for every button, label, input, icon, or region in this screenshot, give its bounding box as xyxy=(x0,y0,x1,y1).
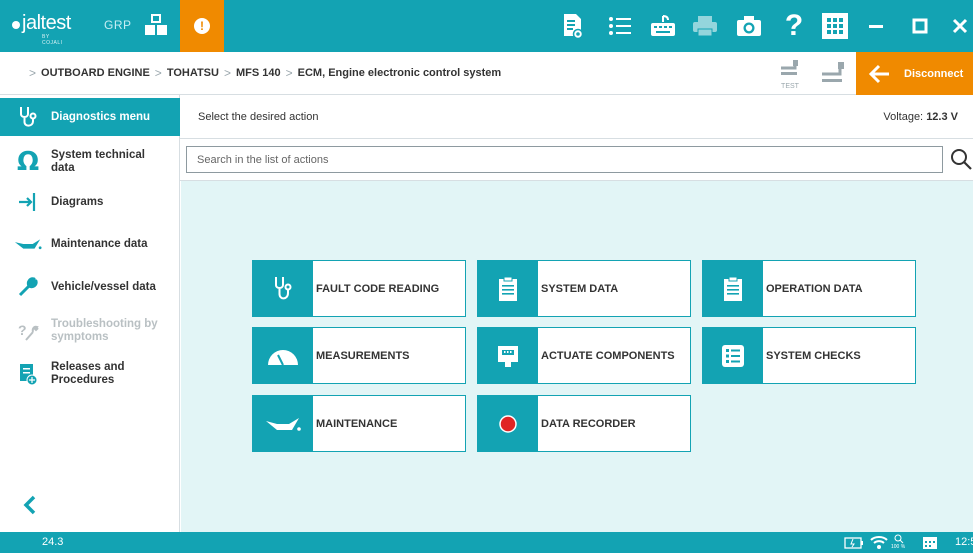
sidebar-item-label: Releases and Procedures xyxy=(51,361,125,386)
sidebar-item-label: Diagrams xyxy=(51,195,104,208)
gauge-icon xyxy=(253,328,313,383)
record-icon xyxy=(478,396,538,451)
clipboard-icon xyxy=(703,261,763,316)
action-label: DATA RECORDER xyxy=(541,417,636,430)
arrow-left-icon xyxy=(868,64,889,83)
sidebar-item-releases-procedures[interactable]: Releases and Procedures xyxy=(0,355,180,393)
sidebar-item-vehicle-vessel-data[interactable]: Vehicle/vessel data xyxy=(0,270,180,304)
action-label: MEASUREMENTS xyxy=(316,349,410,362)
action-measurements[interactable]: MEASUREMENTS xyxy=(252,327,466,384)
help-icon[interactable]: ? xyxy=(779,11,809,41)
sidebar-item-diagrams[interactable]: Diagrams xyxy=(0,185,180,219)
action-fault-code-reading[interactable]: FAULT CODE READING xyxy=(252,260,466,317)
sidebar-item-system-technical-data[interactable]: Ω System technical data xyxy=(0,142,180,182)
action-operation-data[interactable]: OPERATION DATA xyxy=(702,260,916,317)
stethoscope-icon xyxy=(253,261,313,316)
stethoscope-icon xyxy=(14,103,42,131)
group-label: GRP xyxy=(104,18,132,32)
actuator-icon xyxy=(478,328,538,383)
breadcrumb-item[interactable]: OUTBOARD ENGINE xyxy=(41,67,150,79)
search-input[interactable] xyxy=(186,146,943,173)
wifi-icon xyxy=(870,536,888,549)
sidebar-item-troubleshooting: ? Troubleshooting by symptoms xyxy=(0,312,180,350)
breadcrumb-item[interactable]: MFS 140 xyxy=(236,67,281,79)
app-logo: jaltest BY COJALI xyxy=(12,12,71,46)
report-icon[interactable] xyxy=(558,11,588,41)
list-icon[interactable] xyxy=(605,11,635,41)
svg-text:TEST: TEST xyxy=(781,83,800,90)
sidebar-item-label: Diagnostics menu xyxy=(51,110,151,123)
close-icon[interactable] xyxy=(940,0,973,52)
sidebar-item-label: Troubleshooting by symptoms xyxy=(51,318,158,343)
chevron-left-icon[interactable] xyxy=(20,493,40,517)
svg-text:?: ? xyxy=(18,322,27,338)
ohm-icon: Ω xyxy=(16,147,40,177)
oil-can-icon xyxy=(253,396,313,451)
action-label: FAULT CODE READING xyxy=(316,282,440,295)
voltage-readout: Voltage: 12.3 V xyxy=(883,111,958,123)
disconnect-button[interactable]: Disconnect xyxy=(856,52,973,95)
action-label: MAINTENANCE xyxy=(316,417,398,430)
releases-icon xyxy=(14,360,42,388)
zoom-level: 100 % xyxy=(891,544,906,550)
minimize-icon[interactable] xyxy=(856,0,896,52)
version-label: 24.3 xyxy=(42,536,64,548)
clock: 12:5 xyxy=(955,536,973,548)
troubleshoot-icon: ? xyxy=(14,317,42,345)
connector-icon[interactable] xyxy=(820,60,846,84)
oil-can-icon xyxy=(14,230,42,258)
action-data-recorder[interactable]: DATA RECORDER xyxy=(477,395,691,452)
sidebar-item-maintenance-data[interactable]: Maintenance data xyxy=(0,227,180,261)
diagram-icon xyxy=(14,188,42,216)
group-icon xyxy=(145,14,167,35)
zoom-icon[interactable] xyxy=(893,534,905,544)
breadcrumb-item[interactable]: TOHATSU xyxy=(167,67,219,79)
sidebar-item-label: System technical data xyxy=(51,149,145,174)
disconnect-label: Disconnect xyxy=(904,67,964,80)
action-label: OPERATION DATA xyxy=(766,282,863,295)
search-row xyxy=(180,139,973,181)
calendar-icon xyxy=(923,537,937,549)
actions-panel: FAULT CODE READING SYSTEM DATA OPERATION… xyxy=(181,181,973,532)
alert-icon: ! xyxy=(194,18,210,34)
wrench-icon xyxy=(14,273,42,301)
status-bar: 24.3 100 % 12:5 xyxy=(0,532,973,553)
apps-grid-icon[interactable] xyxy=(822,13,848,39)
clipboard-icon xyxy=(478,261,538,316)
keyboard-icon[interactable] xyxy=(648,11,678,41)
maximize-icon[interactable] xyxy=(900,0,940,52)
sidebar-item-label: Maintenance data xyxy=(51,237,148,250)
checklist-icon xyxy=(703,328,763,383)
sidebar-item-label: Vehicle/vessel data xyxy=(51,280,156,293)
action-prompt: Select the desired action xyxy=(198,111,319,123)
action-label: SYSTEM DATA xyxy=(541,282,619,295)
test-mode-icon[interactable]: TEST xyxy=(778,58,802,92)
action-label: SYSTEM CHECKS xyxy=(766,349,861,362)
action-label: ACTUATE COMPONENTS xyxy=(541,349,675,362)
action-maintenance[interactable]: MAINTENANCE xyxy=(252,395,466,452)
sidebar-item-diagnostics-menu[interactable]: Diagnostics menu xyxy=(0,98,180,136)
sidebar: Diagnostics menu Ω System technical data… xyxy=(0,95,180,532)
top-bar: jaltest BY COJALI GRP ! ? xyxy=(0,0,973,52)
action-system-data[interactable]: SYSTEM DATA xyxy=(477,260,691,317)
search-icon[interactable] xyxy=(949,147,973,171)
camera-icon[interactable] xyxy=(734,11,764,41)
main-header: Select the desired action Voltage: 12.3 … xyxy=(180,95,973,139)
breadcrumb-item-current: ECM, Engine electronic control system xyxy=(297,67,502,79)
printer-icon[interactable] xyxy=(690,11,720,41)
action-system-checks[interactable]: SYSTEM CHECKS xyxy=(702,327,916,384)
alert-button[interactable]: ! xyxy=(180,0,224,52)
battery-icon xyxy=(844,537,863,549)
action-actuate-components[interactable]: ACTUATE COMPONENTS xyxy=(477,327,691,384)
breadcrumb: > OUTBOARD ENGINE > TOHATSU > MFS 140 > … xyxy=(29,66,502,80)
